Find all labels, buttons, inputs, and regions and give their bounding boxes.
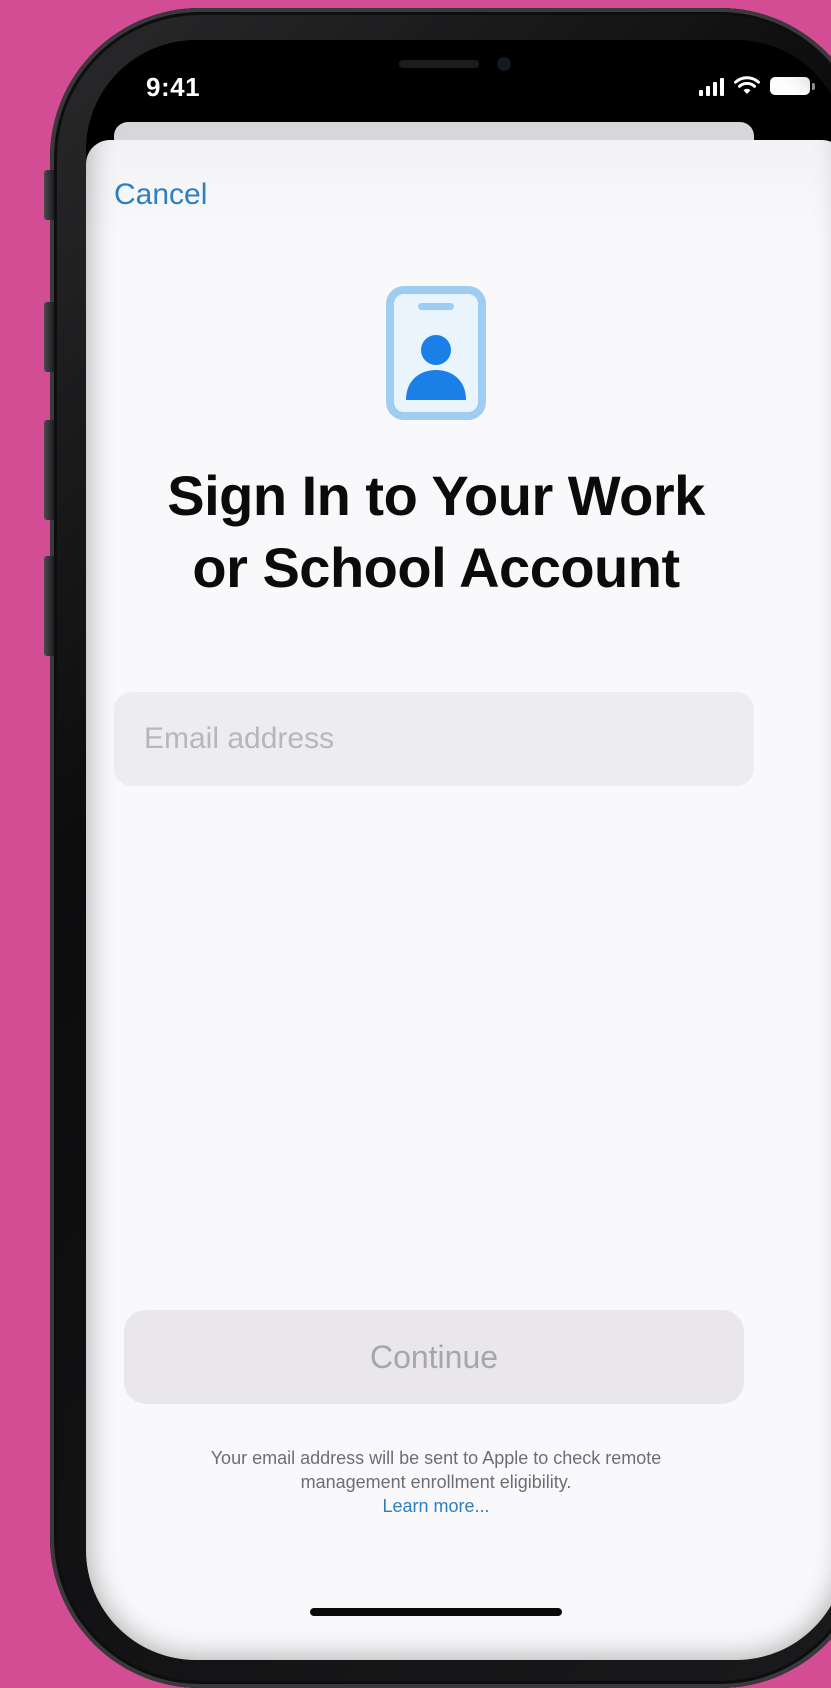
learn-more-link[interactable]: Learn more... <box>126 1494 746 1518</box>
earpiece-speaker <box>399 60 479 68</box>
front-camera <box>497 57 511 71</box>
status-time: 9:41 <box>146 72 201 102</box>
notch <box>264 40 636 100</box>
volume-down-button <box>44 420 54 520</box>
home-indicator[interactable] <box>310 1608 562 1616</box>
phone-screen: 9:41 Cancel Sign In to Your Work or Scho… <box>86 40 831 1660</box>
sign-in-sheet: Cancel Sign In to Your Work or School Ac… <box>86 140 831 1660</box>
wifi-icon <box>734 76 760 94</box>
disclaimer-line-1: Your email address will be sent to Apple… <box>210 1448 662 1468</box>
status-icons <box>699 76 815 96</box>
continue-button[interactable]: Continue <box>124 1310 744 1404</box>
disclaimer-line-2: management enrollment eligibility. <box>300 1472 572 1492</box>
silent-switch <box>44 170 54 220</box>
email-field[interactable] <box>114 692 754 786</box>
page-title-line-1: Sign In to Your Work <box>167 464 705 527</box>
id-badge-person-icon <box>386 286 486 420</box>
page-title: Sign In to Your Work or School Account <box>116 460 756 604</box>
side-button-lower <box>44 556 54 656</box>
battery-icon <box>770 77 815 95</box>
page-title-line-2: or School Account <box>192 536 680 599</box>
disclaimer: Your email address will be sent to Apple… <box>126 1446 746 1518</box>
cellular-signal-icon <box>699 76 724 96</box>
cancel-button[interactable]: Cancel <box>114 178 207 212</box>
volume-up-button <box>44 302 54 372</box>
